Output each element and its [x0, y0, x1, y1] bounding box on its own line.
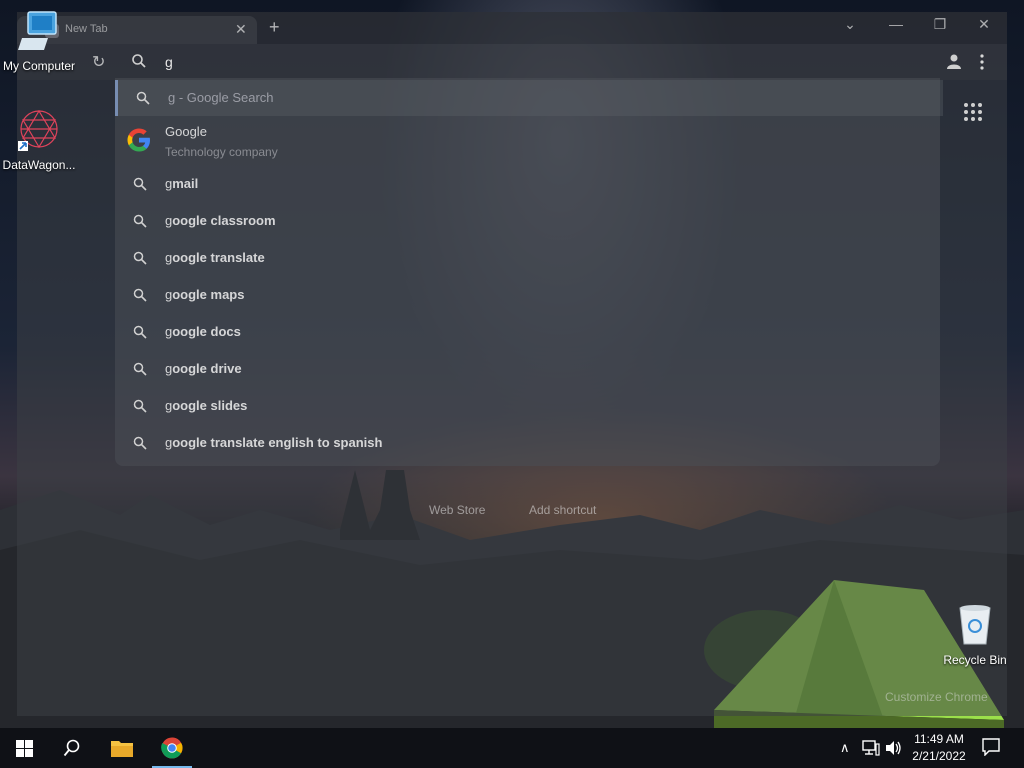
omnibox-input[interactable]: [165, 52, 865, 72]
show-hidden-icons-icon[interactable]: ∧: [840, 740, 850, 756]
desktop-icon-label: My Computer: [2, 59, 76, 73]
desktop-icon-label: DataWagon...: [2, 158, 76, 172]
suggestion-text: google drive: [165, 361, 242, 376]
restore-button[interactable]: ❐: [925, 16, 955, 33]
search-icon: [133, 325, 147, 339]
folder-icon: [111, 741, 133, 757]
search-icon: [133, 399, 147, 413]
search-icon: [136, 91, 150, 105]
suggestion-item[interactable]: google maps: [115, 277, 940, 313]
toolbar: ↻: [17, 44, 1007, 80]
new-tab-button[interactable]: +: [269, 17, 280, 38]
entity-description: Technology company: [165, 145, 278, 159]
suggestion-item[interactable]: google drive: [115, 351, 940, 387]
suggestion-item[interactable]: gmail: [115, 166, 940, 202]
suggestion-text: google translate: [165, 250, 265, 265]
taskbar: ∧ 11:49 AM 2/21/2022: [0, 728, 1024, 768]
action-center-icon[interactable]: [982, 738, 1000, 756]
customize-chrome-button[interactable]: Customize Chrome: [885, 690, 988, 704]
search-icon: [133, 362, 147, 376]
start-button[interactable]: [0, 728, 48, 768]
suggestion-text: google classroom: [165, 213, 276, 228]
google-apps-icon[interactable]: [963, 102, 983, 122]
suggestion-text: google translate english to spanish: [165, 435, 383, 450]
clock-date: 2/21/2022: [912, 749, 966, 763]
network-icon[interactable]: [862, 740, 880, 756]
volume-icon[interactable]: [885, 740, 903, 756]
suggestion-item[interactable]: google docs: [115, 314, 940, 350]
datawagon-app-icon: [18, 109, 58, 151]
suggestion-text: g - Google Search: [168, 90, 274, 105]
close-button[interactable]: ✕: [969, 16, 999, 33]
profile-icon[interactable]: [945, 52, 963, 70]
recycle-bin-icon: [959, 605, 991, 645]
search-icon: [133, 288, 147, 302]
search-icon: [133, 177, 147, 191]
search-icon: [133, 251, 147, 265]
minimize-button[interactable]: —: [881, 16, 911, 32]
suggestion-google-search[interactable]: g - Google Search: [115, 80, 943, 116]
clock-time: 11:49 AM: [914, 732, 964, 746]
windows-start-icon: [16, 740, 33, 757]
suggestion-item[interactable]: google translate english to spanish: [115, 425, 940, 461]
chrome-menu-icon[interactable]: [979, 52, 985, 72]
search-icon: [63, 739, 80, 757]
tab-close-icon[interactable]: ✕: [235, 21, 247, 38]
search-icon: [133, 436, 147, 450]
google-logo-icon: [127, 128, 150, 152]
taskbar-chrome[interactable]: [148, 728, 196, 768]
suggestion-text: google docs: [165, 324, 241, 339]
chrome-icon: [161, 737, 183, 759]
shortcut-add[interactable]: Add shortcut: [529, 503, 596, 517]
taskbar-clock[interactable]: 11:49 AM 2/21/2022: [905, 731, 973, 765]
suggestion-item[interactable]: google slides: [115, 388, 940, 424]
entity-name: Google: [165, 124, 207, 139]
suggestion-entity-google[interactable]: Google Technology company: [115, 118, 940, 164]
omnibox-suggestions: g - Google Search Google Technology comp…: [115, 78, 943, 466]
suggestion-text: google maps: [165, 287, 245, 302]
tab-strip: New Tab ✕ + ⌄ — ❐ ✕: [17, 12, 1007, 44]
suggestion-item[interactable]: google classroom: [115, 203, 940, 239]
desktop-icon-recycle-bin[interactable]: Recycle Bin: [936, 602, 1014, 667]
search-icon: [133, 214, 147, 228]
search-icon: [132, 54, 146, 68]
desktop-icon-my-computer[interactable]: My Computer: [0, 10, 78, 73]
suggestion-text: gmail: [165, 176, 199, 191]
desktop-icon-datawagon[interactable]: DataWagon...: [0, 107, 78, 172]
desktop-icon-label: Recycle Bin: [943, 653, 1007, 667]
omnibox[interactable]: [117, 48, 937, 76]
tab-search-icon[interactable]: ⌄: [835, 16, 865, 33]
computer-icon: [18, 11, 57, 50]
taskbar-search-button[interactable]: [48, 728, 96, 768]
suggestion-text: google slides: [165, 398, 248, 413]
reload-icon[interactable]: ↻: [92, 52, 105, 72]
taskbar-file-explorer[interactable]: [98, 728, 146, 768]
shortcut-web-store[interactable]: Web Store: [429, 503, 485, 517]
suggestion-item[interactable]: google translate: [115, 240, 940, 276]
